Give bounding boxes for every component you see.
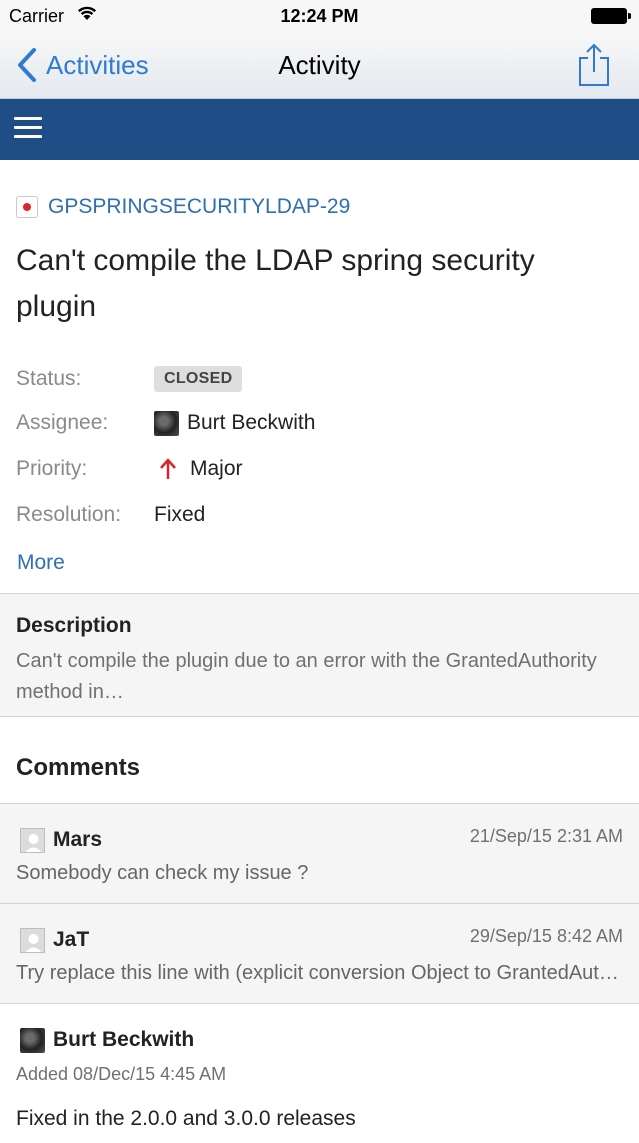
comment-item[interactable]: Burt Beckwith Added 08/Dec/15 4:45 AM Fi… (0, 1003, 639, 1143)
assignee-name: Burt Beckwith (187, 411, 316, 434)
issue-key-row: GPSPRINGSECURITYLDAP-29 (16, 195, 350, 219)
description-section[interactable]: Description Can't compile the plugin due… (0, 593, 639, 717)
more-link[interactable]: More (17, 551, 65, 575)
comment-date: Added 08/Dec/15 4:45 AM (16, 1064, 227, 1084)
field-priority: Priority: Major (16, 454, 616, 484)
avatar (20, 1028, 45, 1053)
comment-item[interactable]: Mars 21/Sep/15 2:31 AM Somebody can chec… (0, 803, 639, 903)
description-title: Description (16, 614, 132, 637)
page-title: Activity (278, 50, 361, 80)
priority-value: Major (190, 457, 243, 480)
default-avatar-icon (20, 828, 45, 853)
field-label: Priority: (16, 457, 88, 480)
issue-summary: Can't compile the LDAP spring security p… (16, 244, 535, 323)
comment-author: JaT (53, 928, 90, 951)
app-toolbar (0, 99, 639, 160)
bug-icon (16, 196, 38, 218)
description-text: Can't compile the plugin due to an error… (16, 650, 597, 703)
comment-date: 29/Sep/15 8:42 AM (469, 926, 623, 946)
comments-heading: Comments (16, 754, 141, 781)
field-label: Assignee: (16, 411, 109, 434)
status-bar: Carrier 12:24 PM (0, 0, 639, 32)
issue-key-link[interactable]: GPSPRINGSECURITYLDAP-29 (48, 195, 350, 219)
field-resolution: Resolution: Fixed (16, 500, 616, 530)
field-label: Resolution: (16, 503, 122, 526)
comment-text: Somebody can check my issue ? (16, 862, 309, 884)
navigation-bar: Activities Activity (0, 32, 639, 99)
resolution-value: Fixed (154, 503, 206, 526)
avatar (154, 410, 179, 436)
arrow-up-icon (160, 458, 176, 479)
field-label: Status: (16, 367, 82, 390)
comment-text: Try replace this line with (explicit con… (16, 962, 626, 984)
clock-label: 12:24 PM (280, 6, 359, 26)
comment-date: 21/Sep/15 2:31 AM (469, 826, 623, 846)
comment-text: Fixed in the 2.0.0 and 3.0.0 releases (16, 1107, 356, 1130)
field-assignee: Assignee: Burt Beckwith (16, 408, 616, 438)
share-icon[interactable] (577, 42, 611, 88)
field-status: Status: CLOSED (16, 364, 616, 394)
hamburger-menu-icon[interactable] (14, 117, 42, 141)
status-badge: CLOSED (154, 366, 243, 392)
default-avatar-icon (20, 928, 45, 953)
comment-item[interactable]: JaT 29/Sep/15 8:42 AM Try replace this l… (0, 903, 639, 1003)
comment-author: Burt Beckwith (53, 1028, 195, 1051)
battery-icon (591, 8, 631, 24)
comment-author: Mars (53, 828, 103, 851)
